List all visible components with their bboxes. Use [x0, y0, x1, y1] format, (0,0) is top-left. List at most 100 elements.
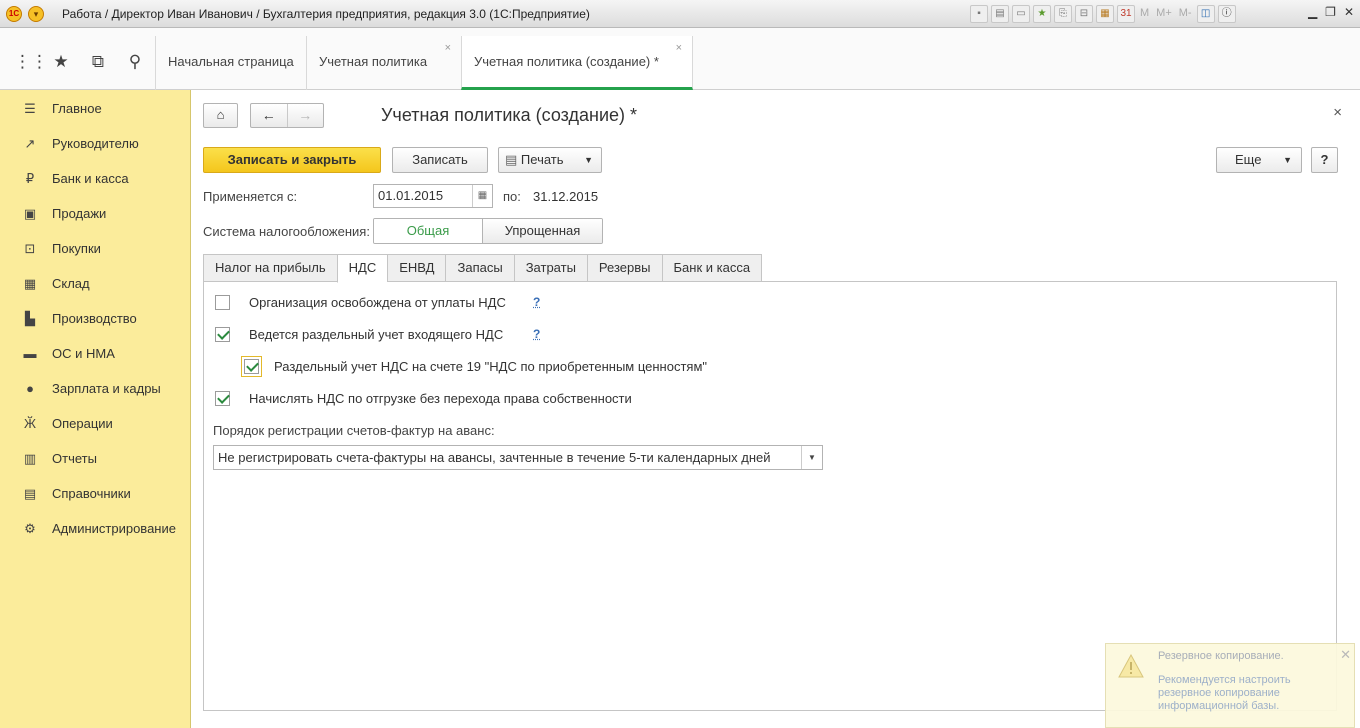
- invoice-order-select[interactable]: Не регистрировать счета-фактуры на аванс…: [213, 445, 823, 470]
- sections-sidebar: ☰ Главное ↗ Руководителю ₽ Банк и касса ▣ Пр…: [0, 90, 191, 728]
- link-icon[interactable]: ⎘: [1054, 5, 1072, 23]
- home-button[interactable]: ⌂: [203, 103, 238, 128]
- print-icon[interactable]: ▤: [991, 5, 1009, 23]
- help-link[interactable]: ?: [533, 327, 540, 341]
- tab-label: Начальная страница: [168, 54, 294, 69]
- backup-notification[interactable]: Резервное копирование. Рекомендуется нас…: [1105, 643, 1355, 728]
- memory-mminus-button[interactable]: M-: [1177, 5, 1194, 23]
- tab-close-icon[interactable]: ×: [445, 42, 451, 54]
- memory-m-button[interactable]: M: [1138, 5, 1151, 23]
- tab-envd[interactable]: ЕНВД: [387, 254, 446, 282]
- favorite-add-icon[interactable]: ★: [1033, 5, 1051, 23]
- sidebar-item-warehouse[interactable]: ▦ Склад: [0, 266, 190, 301]
- sidebar-item-manager[interactable]: ↗ Руководителю: [0, 126, 190, 161]
- person-icon: ●: [26, 381, 34, 396]
- vat-exempt-checkbox[interactable]: [215, 295, 230, 310]
- history-clock-icon[interactable]: ⧉: [88, 52, 108, 72]
- more-button[interactable]: Еще ▼: [1216, 147, 1302, 173]
- tax-system-switch: Общая Упрощенная: [373, 218, 603, 244]
- sidebar-item-label: Главное: [52, 101, 102, 116]
- help-link[interactable]: ?: [533, 295, 540, 309]
- info-icon[interactable]: ⓘ: [1217, 5, 1236, 23]
- form-tabs: Налог на прибыль НДС ЕНВД Запасы Затраты…: [203, 254, 763, 283]
- tab-close-icon[interactable]: ×: [676, 42, 682, 54]
- trend-icon: ↗: [24, 135, 36, 151]
- favorites-star-icon[interactable]: ★: [51, 52, 71, 72]
- vat-exempt-row: Организация освобождена от уплаты НДС: [215, 295, 506, 310]
- checkbox-label: Начислять НДС по отгрузке без перехода п…: [249, 391, 632, 406]
- sidebar-item-label: Операции: [52, 416, 113, 431]
- save-button[interactable]: Записать: [392, 147, 488, 173]
- calendar-icon[interactable]: 31: [1117, 5, 1135, 23]
- sidebar-item-label: Руководителю: [52, 136, 139, 151]
- print-button[interactable]: ▤ Печать ▼: [498, 147, 602, 173]
- save-icon[interactable]: ▪: [970, 5, 988, 23]
- sidebar-item-sales[interactable]: ▣ Продажи: [0, 196, 190, 231]
- tax-option-simplified[interactable]: Упрощенная: [483, 219, 602, 243]
- checkbox-label: Раздельный учет НДС на счете 19 "НДС по …: [274, 359, 708, 374]
- sidebar-item-administration[interactable]: ⚙ Администрирование: [0, 511, 190, 546]
- tab-accounting-policy[interactable]: Учетная политика ×: [306, 36, 461, 90]
- chevron-down-icon[interactable]: ▼: [801, 446, 822, 469]
- sidebar-item-reports[interactable]: ▥ Отчеты: [0, 441, 190, 476]
- sidebar-item-operations[interactable]: Ӂ Операции: [0, 406, 190, 441]
- close-window-icon[interactable]: ✕: [1344, 5, 1354, 19]
- title-bar: 1С ▾ Работа / Директор Иван Иванович / Б…: [0, 0, 1360, 28]
- tax-option-general[interactable]: Общая: [374, 219, 483, 243]
- separate-vat-checkbox[interactable]: [215, 327, 230, 342]
- apps-grid-icon[interactable]: ⋮⋮: [14, 52, 48, 72]
- tab-inventory[interactable]: Запасы: [445, 254, 514, 282]
- app-logo-icon[interactable]: 1С: [6, 6, 22, 22]
- calendar-picker-icon[interactable]: ▦: [472, 185, 492, 207]
- history-icon[interactable]: ⊟: [1075, 5, 1093, 23]
- sidebar-item-label: ОС и НМА: [52, 346, 115, 361]
- truck-icon: ▬: [23, 346, 37, 361]
- back-arrow-icon[interactable]: ←: [251, 104, 288, 127]
- calculator-icon[interactable]: ▦: [1096, 5, 1114, 23]
- sidebar-item-purchases[interactable]: ⊡ Покупки: [0, 231, 190, 266]
- print-label: Печать: [520, 152, 564, 167]
- tab-profit-tax[interactable]: Налог на прибыль: [203, 254, 337, 282]
- sidebar-item-label: Администрирование: [52, 521, 176, 536]
- tab-bank-cash[interactable]: Банк и касса: [661, 254, 763, 282]
- vat-shipment-checkbox[interactable]: [215, 391, 230, 406]
- sidebar-item-salary[interactable]: ● Зарплата и кадры: [0, 371, 190, 406]
- help-button[interactable]: ?: [1311, 147, 1338, 173]
- applies-from-date-input[interactable]: 01.01.2015 ▦: [373, 184, 493, 208]
- sidebar-item-label: Справочники: [52, 486, 131, 501]
- minimize-icon[interactable]: ▁: [1308, 5, 1317, 19]
- date-value: 01.01.2015: [378, 188, 444, 203]
- tab-reserves[interactable]: Резервы: [586, 254, 662, 282]
- more-label: Еще: [1235, 152, 1262, 167]
- preview-icon[interactable]: ▭: [1012, 5, 1030, 23]
- main-menu-icon[interactable]: ▾: [28, 6, 44, 22]
- restore-icon[interactable]: ❐: [1325, 5, 1336, 19]
- sidebar-item-catalogs[interactable]: ▤ Справочники: [0, 476, 190, 511]
- applies-from-label: Применяется с:: [203, 189, 298, 204]
- tab-home[interactable]: Начальная страница: [155, 36, 306, 90]
- sidebar-item-production[interactable]: ▙ Производство: [0, 301, 190, 336]
- tab-vat[interactable]: НДС: [336, 254, 388, 283]
- sidebar-item-fixed-assets[interactable]: ▬ ОС и НМА: [0, 336, 190, 371]
- memory-mplus-button[interactable]: M+: [1154, 5, 1174, 23]
- search-icon[interactable]: ⚲: [125, 52, 145, 72]
- checkbox-label: Организация освобождена от уплаты НДС: [249, 295, 506, 310]
- tab-accounting-policy-create[interactable]: Учетная политика (создание) * ×: [461, 36, 693, 90]
- notification-title: Резервное копирование.: [1158, 650, 1284, 662]
- notification-close-icon[interactable]: ✕: [1340, 647, 1351, 663]
- home-icon: ⌂: [216, 107, 225, 122]
- forward-arrow-icon[interactable]: →: [288, 104, 324, 127]
- warning-icon: [1118, 654, 1144, 678]
- form-area: ⌂ ← → Учетная политика (создание) * × За…: [191, 90, 1360, 728]
- notification-body[interactable]: Рекомендуется настроить резервное копиро…: [1158, 674, 1308, 713]
- window-tabs: Начальная страница Учетная политика × Уч…: [155, 36, 693, 90]
- vat-account-19-row: Раздельный учет НДС на счете 19 "НДС по …: [241, 356, 707, 377]
- sidebar-item-bank[interactable]: ₽ Банк и касса: [0, 161, 190, 196]
- panels-icon[interactable]: ◫: [1196, 5, 1215, 23]
- save-and-close-button[interactable]: Записать и закрыть: [203, 147, 381, 173]
- sidebar-item-main[interactable]: ☰ Главное: [0, 91, 190, 126]
- form-close-icon[interactable]: ×: [1333, 104, 1342, 121]
- tab-costs[interactable]: Затраты: [513, 254, 587, 282]
- operations-icon: Ӂ: [23, 416, 36, 431]
- vat-account-19-checkbox[interactable]: [244, 359, 259, 374]
